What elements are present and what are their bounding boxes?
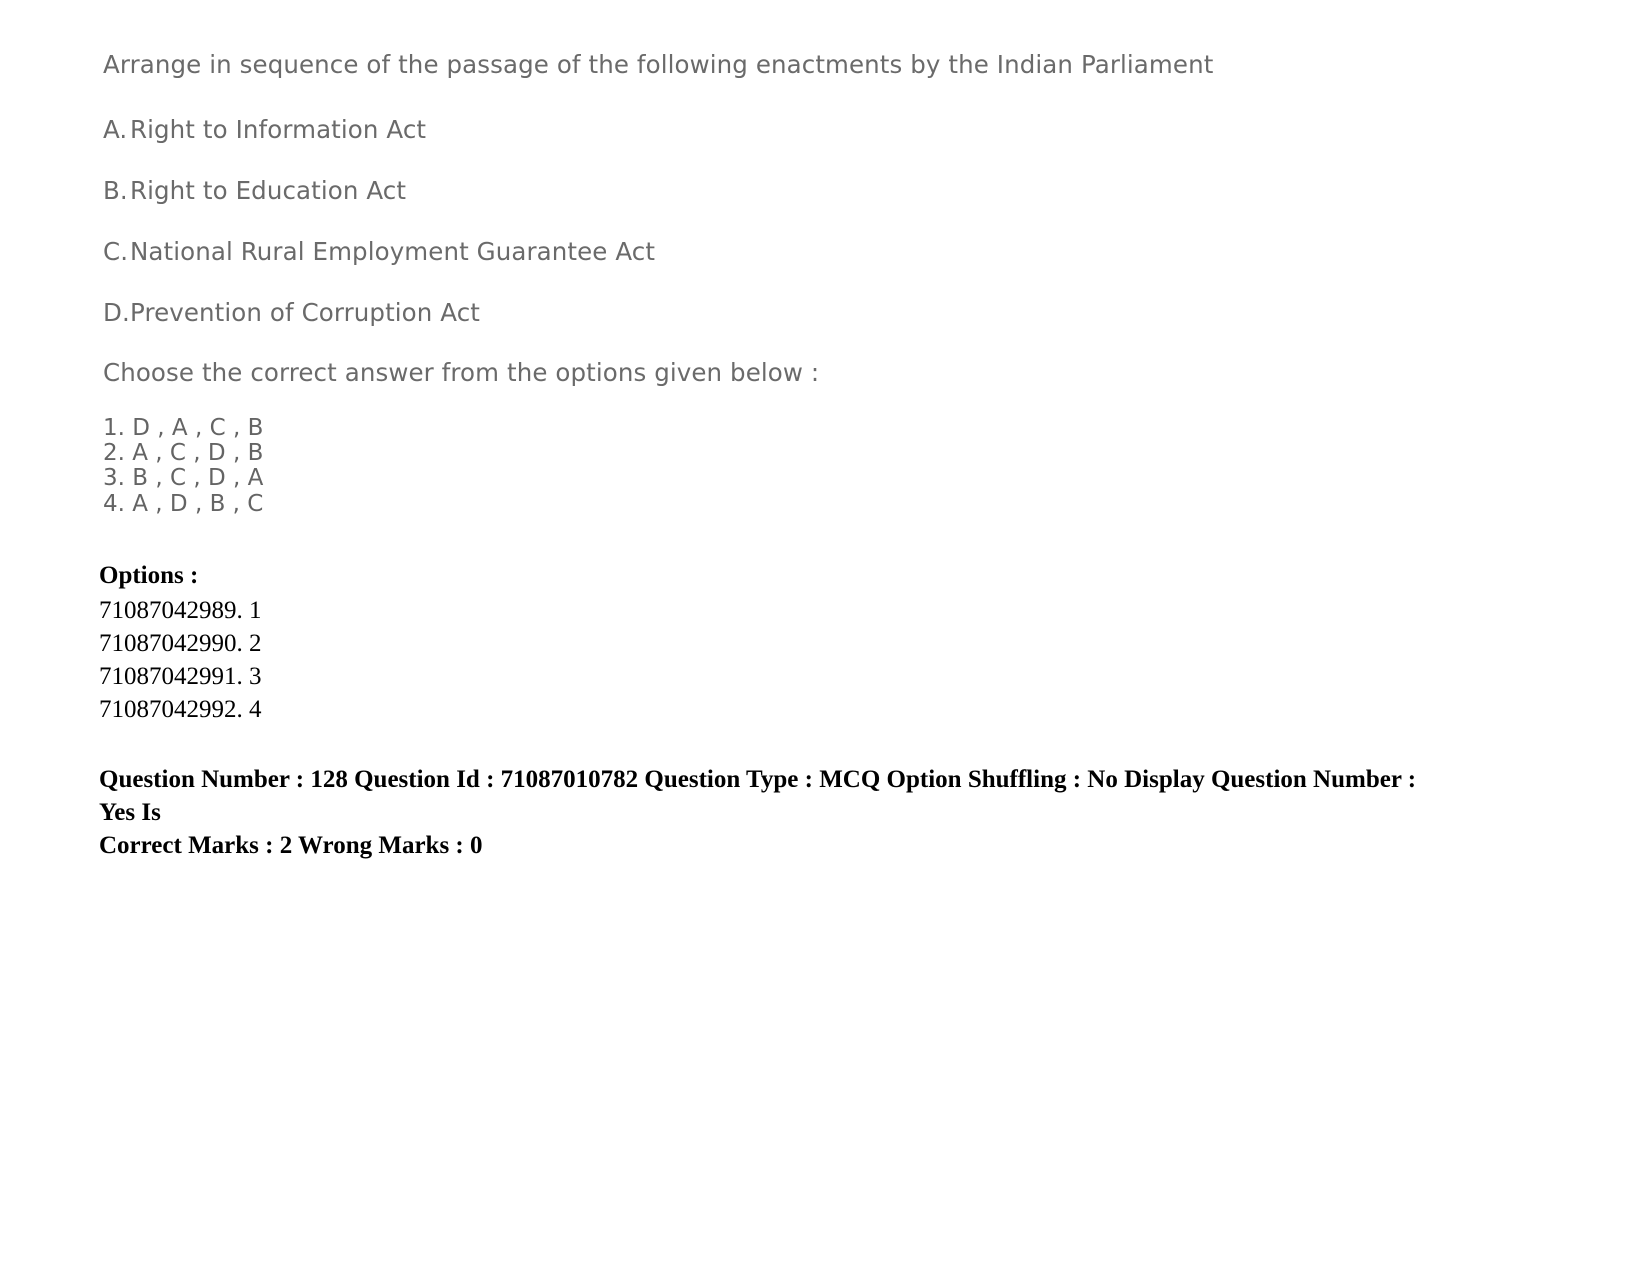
metadata-line-3: Correct Marks : 2 Wrong Marks : 0 [99, 832, 483, 859]
option-value-4: 4 [249, 696, 262, 723]
item-text-a: Right to Information Act [130, 114, 427, 144]
alternative-text-4: A , D , B , C [132, 490, 264, 517]
question-item-c: C.National Rural Employment Guarantee Ac… [103, 236, 1503, 266]
item-letter-c: C. [103, 236, 129, 266]
question-item-b: B.Right to Education Act [103, 175, 1503, 205]
question-item-d: D.Prevention of Corruption Act [103, 297, 1503, 327]
option-entry-3: 71087042991. 3 [99, 661, 262, 692]
alternative-3[interactable]: 3. B , C , D , A [103, 466, 1503, 491]
item-text-d: Prevention of Corruption Act [130, 297, 480, 327]
option-id-2: 71087042990. [99, 630, 243, 657]
option-entry-1: 71087042989. 1 [99, 595, 262, 626]
choose-instruction: Choose the correct answer from the optio… [103, 357, 820, 387]
metadata-line-1: Question Number : 128 Question Id : 7108… [99, 766, 1417, 826]
item-letter-a: A. [103, 114, 128, 144]
option-id-4: 71087042992. [99, 696, 243, 723]
options-heading: Options : [99, 562, 199, 589]
alternative-number-1: 1. [103, 414, 125, 441]
question-item-a: A. Right to Information Act [103, 114, 1503, 144]
option-entry-4: 71087042992. 4 [99, 694, 262, 725]
alternative-number-4: 4. [103, 490, 125, 517]
alternative-number-3: 3. [103, 465, 125, 492]
alternative-number-2: 2. [103, 439, 125, 466]
item-letter-d: D. [103, 297, 130, 327]
option-value-2: 2 [249, 630, 262, 657]
alternative-text-3: B , C , D , A [132, 465, 264, 492]
item-text-c: National Rural Employment Guarantee Act [130, 236, 656, 266]
alternative-1[interactable]: 1. D , A , C , B [103, 414, 1503, 441]
option-value-3: 3 [249, 663, 262, 690]
option-value-1: 1 [249, 597, 262, 624]
alternative-text-1: D , A , C , B [132, 414, 264, 441]
item-text-b: Right to Education Act [130, 175, 407, 205]
item-letter-b: B. [103, 175, 128, 205]
alternative-text-2: A , C , D , B [132, 439, 264, 466]
question-block: Arrange in sequence of the passage of th… [103, 50, 1503, 517]
document-page: Arrange in sequence of the passage of th… [0, 0, 1650, 1275]
alternative-4[interactable]: 4. A , D , B , C [103, 490, 1503, 517]
option-entry-2: 71087042990. 2 [99, 628, 262, 659]
alternative-2[interactable]: 2. A , C , D , B [103, 439, 1503, 466]
question-metadata: Question Number : 128 Question Id : 7108… [99, 763, 1439, 862]
option-id-1: 71087042989. [99, 597, 243, 624]
option-id-3: 71087042991. [99, 663, 243, 690]
question-stem: Arrange in sequence of the passage of th… [103, 50, 1214, 79]
alternatives-list: 1. D , A , C , B 2. A , C , D , B 3. B ,… [103, 414, 1503, 517]
